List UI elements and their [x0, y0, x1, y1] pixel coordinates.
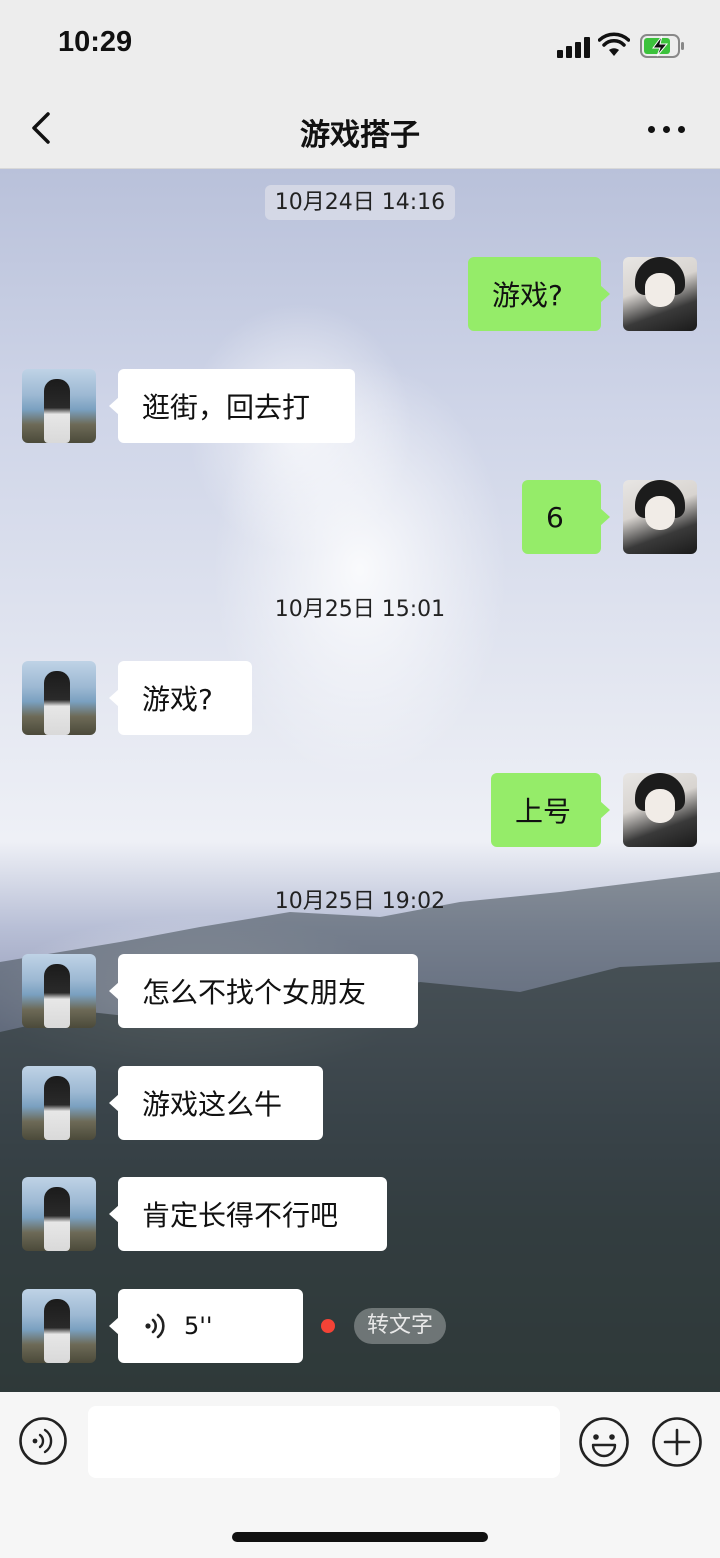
chat-header: 游戏搭子 [0, 92, 720, 169]
voice-message[interactable]: 5'' [109, 1289, 303, 1363]
sent-message[interactable]: 上号 [491, 773, 610, 847]
voice-wave-icon [145, 1313, 165, 1339]
voice-duration: 5'' [184, 1312, 213, 1340]
timestamp: 10月25日 19:02 [274, 889, 446, 914]
message-text: 肯定长得不行吧 [142, 1199, 339, 1232]
wifi-icon [598, 32, 630, 56]
contact-avatar[interactable] [22, 1289, 96, 1363]
received-message[interactable]: 游戏这么牛 [109, 1066, 323, 1140]
unread-dot [321, 1319, 335, 1333]
sent-message[interactable]: 6 [522, 480, 610, 554]
received-message[interactable]: 逛街，回去打 [109, 369, 355, 443]
message-text: 上号 [515, 795, 572, 828]
message-input[interactable] [88, 1406, 560, 1478]
received-message[interactable]: 游戏? [109, 661, 252, 735]
message-text: 游戏这么牛 [142, 1088, 283, 1121]
message-text: 游戏? [142, 683, 213, 716]
status-time: 10:29 [58, 26, 133, 58]
received-message[interactable]: 肯定长得不行吧 [109, 1177, 387, 1251]
received-message[interactable]: 怎么不找个女朋友 [109, 954, 418, 1028]
contact-avatar[interactable] [22, 661, 96, 735]
my-avatar[interactable] [623, 257, 697, 331]
convert-to-text-button[interactable]: 转文字 [354, 1308, 447, 1344]
plus-icon[interactable] [651, 1416, 703, 1468]
emoji-icon[interactable] [578, 1416, 630, 1468]
contact-avatar[interactable] [22, 1066, 96, 1140]
my-avatar[interactable] [623, 480, 697, 554]
cellular-signal-icon [557, 36, 591, 58]
my-avatar[interactable] [623, 773, 697, 847]
timestamp: 10月25日 15:01 [274, 597, 446, 622]
home-indicator[interactable] [232, 1532, 488, 1542]
message-text: 6 [546, 500, 564, 534]
message-text: 怎么不找个女朋友 [142, 976, 367, 1009]
chat-title: 游戏搭子 [300, 118, 420, 153]
message-text: 逛街，回去打 [142, 391, 311, 424]
battery-charging-icon [640, 34, 684, 58]
contact-avatar[interactable] [22, 1177, 96, 1251]
more-options-icon[interactable] [642, 114, 692, 144]
chat-background[interactable]: 10月24日 14:16 游戏? 逛街，回去打 6 10月25日 15:01 游… [0, 169, 720, 1392]
message-text: 游戏? [492, 279, 563, 312]
timestamp: 10月24日 14:16 [0, 184, 720, 220]
contact-avatar[interactable] [22, 954, 96, 1028]
contact-avatar[interactable] [22, 369, 96, 443]
voice-input-icon[interactable] [18, 1416, 68, 1466]
status-bar: 10:29 [0, 0, 720, 92]
sent-message[interactable]: 游戏? [468, 257, 610, 331]
